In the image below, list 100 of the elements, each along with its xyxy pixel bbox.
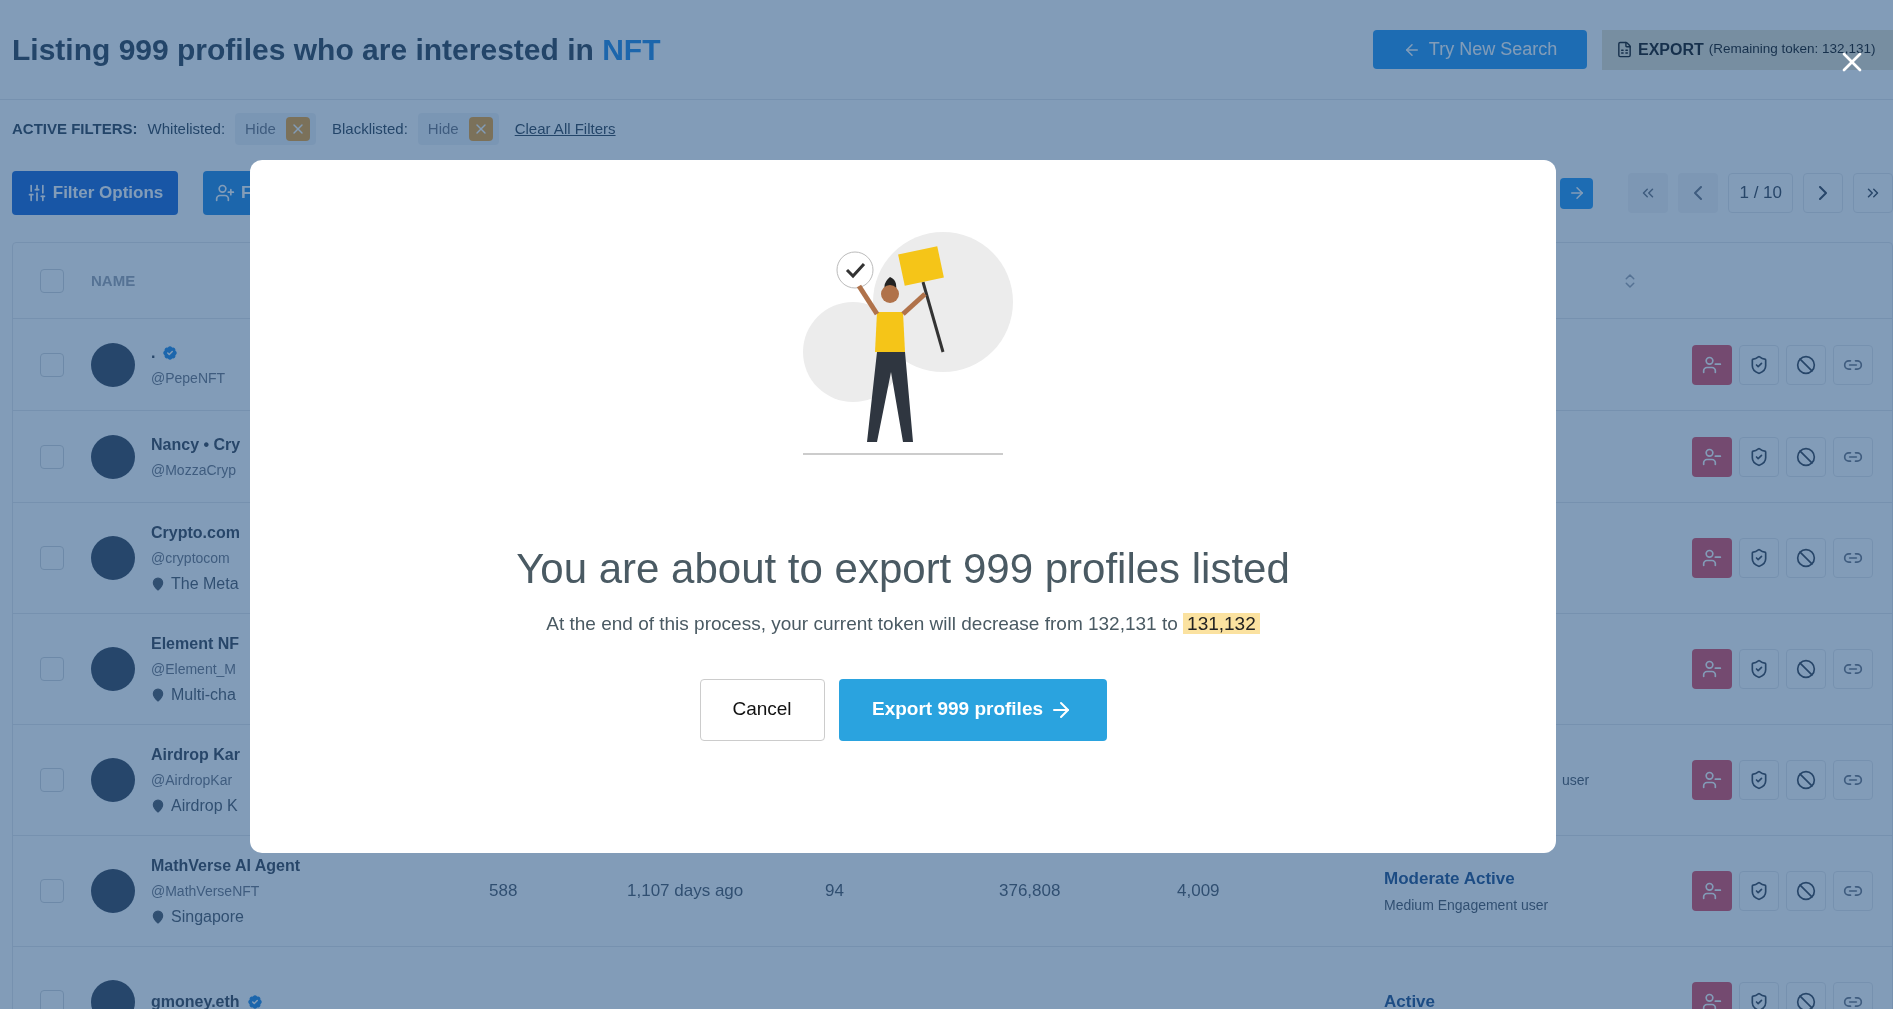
block-button[interactable] <box>1786 538 1826 578</box>
shield-check-icon <box>1749 548 1769 568</box>
ban-icon <box>1796 548 1816 568</box>
activity-status: Moderate Active <box>1384 867 1516 890</box>
shield-check-icon <box>1749 770 1769 790</box>
block-button[interactable] <box>1786 760 1826 800</box>
location-pin-icon <box>151 576 165 591</box>
profile-name: Nancy • Cry <box>151 434 241 455</box>
location-pin-icon <box>151 798 165 813</box>
shield-check-icon <box>1749 659 1769 679</box>
filter-name: Blacklisted: <box>331 118 408 139</box>
whitelist-button[interactable] <box>1739 538 1779 578</box>
filter-name: Whitelisted: <box>147 118 226 139</box>
table-cell: 94 <box>825 881 844 901</box>
whitelist-button[interactable] <box>1739 871 1779 911</box>
shield-check-icon <box>1749 881 1769 901</box>
table-cell: 1,107 days ago <box>627 881 744 901</box>
ban-icon <box>1796 992 1816 1009</box>
profile-handle: @MathVerseNFT <box>151 881 261 901</box>
try-new-search-button[interactable]: Try New Search <box>1373 30 1587 69</box>
whitelist-button[interactable] <box>1739 344 1779 385</box>
shield-check-icon <box>1749 446 1769 467</box>
user-minus-icon <box>1702 992 1722 1009</box>
block-button[interactable] <box>1786 649 1826 689</box>
table-cell: 4,009 <box>1177 881 1220 901</box>
chevron-right-icon <box>1819 186 1827 200</box>
clear-filters-link[interactable]: Clear All Filters <box>514 117 616 141</box>
profile-name: Airdrop Kar <box>151 744 240 765</box>
page-title: Listing 999 profiles who are interested in NFT <box>12 32 661 68</box>
location-pin-icon <box>151 909 165 924</box>
remove-user-button[interactable] <box>1692 344 1732 385</box>
profile-name: Element NF <box>151 633 239 654</box>
link-button[interactable] <box>1833 344 1873 385</box>
profile-handle: @AirdropKar <box>151 770 234 790</box>
ban-icon <box>1796 770 1816 790</box>
profile-name: MathVerse AI Agent <box>151 855 301 876</box>
profile-name: . <box>151 342 156 363</box>
profile-location: Airdrop K <box>171 795 238 816</box>
user-minus-icon <box>1702 354 1722 375</box>
profile-handle: @PepeNFT <box>151 368 227 388</box>
next-page-button[interactable] <box>1803 173 1843 213</box>
filter-value: Hide <box>427 118 459 139</box>
last-page-button[interactable] <box>1853 173 1893 213</box>
filter-value: Hide <box>245 118 276 139</box>
shield-check-icon <box>1749 354 1769 375</box>
active-filters-label: ACTIVE FILTERS: <box>12 118 138 139</box>
avatar-photo <box>91 536 135 580</box>
activity-note: Medium Engagement user <box>1384 896 1550 916</box>
table-cell: 588 <box>489 881 518 901</box>
ban-icon <box>1796 659 1816 679</box>
remove-filter-button[interactable] <box>285 117 310 141</box>
location-pin-icon <box>151 687 165 702</box>
block-button[interactable] <box>1786 871 1826 911</box>
link-button[interactable] <box>1833 760 1873 800</box>
profile-location: Singapore <box>171 906 244 927</box>
user-minus-icon <box>1702 659 1722 679</box>
shield-check-icon <box>1749 992 1769 1009</box>
avatar-photo <box>91 342 135 387</box>
previous-page-button[interactable] <box>1678 173 1719 213</box>
dialog-title: You are about to export 999 profiles listed <box>516 544 1290 594</box>
user-minus-icon <box>1702 770 1722 790</box>
table-cell: 376,808 <box>999 881 1061 901</box>
first-page-button[interactable] <box>1628 173 1669 213</box>
profile-location: The Meta <box>171 573 239 594</box>
user-plus-icon <box>215 183 235 203</box>
ban-icon <box>1796 354 1816 375</box>
link-button[interactable] <box>1833 649 1873 689</box>
link-button[interactable] <box>1833 538 1873 578</box>
page-indicator: 1 / 10 <box>1728 173 1793 213</box>
link-button[interactable] <box>1833 436 1873 477</box>
remove-user-button[interactable] <box>1692 871 1732 911</box>
block-button[interactable] <box>1786 436 1826 477</box>
remove-user-button[interactable] <box>1692 649 1732 689</box>
cancel-button[interactable]: Cancel <box>699 678 825 741</box>
export-button[interactable]: EXPORT (Remaining token: 132,131) <box>1602 29 1893 70</box>
link-button[interactable] <box>1833 871 1873 911</box>
go-button[interactable] <box>1560 177 1594 209</box>
whitelist-button[interactable] <box>1739 649 1779 689</box>
ban-icon <box>1796 881 1816 901</box>
chevron-left-icon <box>1694 186 1703 200</box>
spreadsheet-icon <box>1616 41 1633 58</box>
remove-user-button[interactable] <box>1692 538 1732 578</box>
avatar-photo <box>91 758 135 802</box>
whitelist-button[interactable] <box>1739 760 1779 800</box>
whitelist-button[interactable] <box>1739 436 1779 477</box>
avatar-photo <box>91 647 135 691</box>
filter-options-button[interactable]: Filter Options <box>12 171 178 215</box>
profile-handle: @MozzaCryp <box>151 460 237 480</box>
profile-name: Crypto.com <box>151 522 240 543</box>
export-profiles-button[interactable]: Export 999 profiles <box>838 678 1107 741</box>
remove-filter-button[interactable] <box>468 117 493 141</box>
ban-icon <box>1796 446 1816 467</box>
remove-user-button[interactable] <box>1692 436 1732 477</box>
activity-note: user <box>1561 770 1591 790</box>
profile-location: Multi-cha <box>171 684 236 705</box>
block-button[interactable] <box>1786 344 1826 385</box>
avatar-photo <box>91 434 135 479</box>
activity-status: Active <box>1384 991 1437 1009</box>
remove-user-button[interactable] <box>1692 760 1732 800</box>
dialog-message: At the end of this process, your current token will decrease from 132,131 to 131,132 <box>546 610 1260 639</box>
